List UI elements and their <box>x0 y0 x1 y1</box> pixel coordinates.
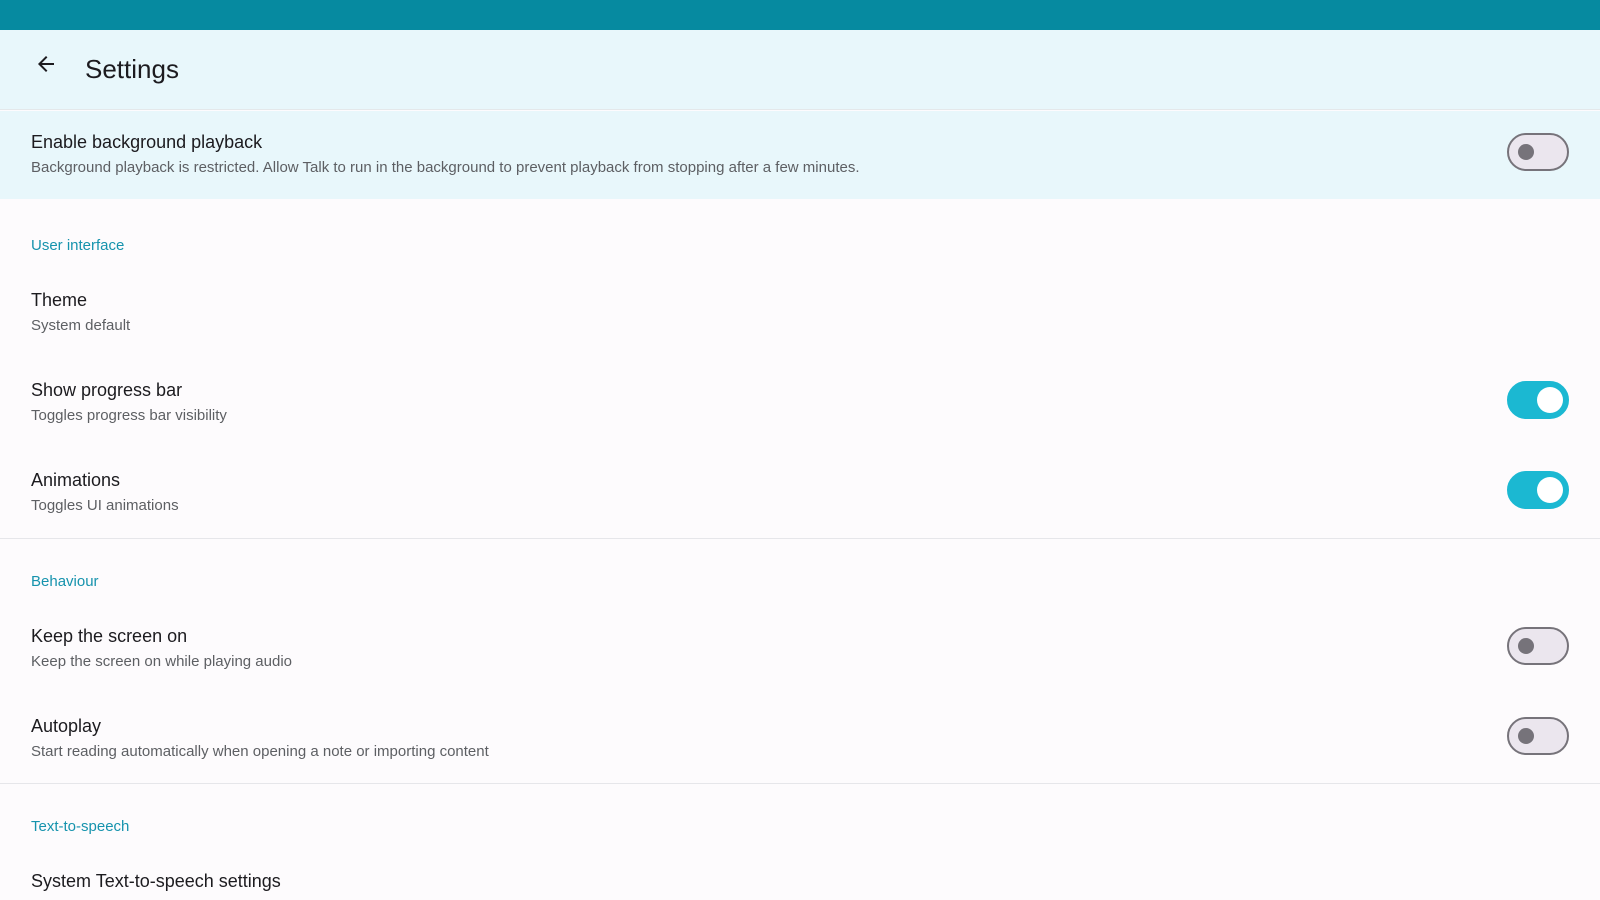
setting-system-tts[interactable]: System Text-to-speech settings <box>0 853 1600 900</box>
app-bar: Settings <box>0 30 1600 110</box>
section-divider <box>0 538 1600 539</box>
section-header-behaviour: Behaviour <box>31 573 99 590</box>
animations-toggle[interactable] <box>1507 471 1569 509</box>
show-progress-bar-toggle[interactable] <box>1507 381 1569 419</box>
page-title: Settings <box>85 54 179 84</box>
setting-keep-screen-on[interactable]: Keep the screen on Keep the screen on wh… <box>0 608 1600 692</box>
section-divider <box>0 783 1600 784</box>
setting-title: System Text-to-speech settings <box>31 871 281 891</box>
back-button[interactable] <box>26 46 66 86</box>
status-bar <box>0 0 1600 30</box>
setting-subtitle: Background playback is restricted. Allow… <box>31 159 860 176</box>
autoplay-toggle[interactable] <box>1507 717 1569 755</box>
section-header-user-interface: User interface <box>31 237 125 254</box>
toggle-knob <box>1518 638 1534 654</box>
keep-screen-on-toggle[interactable] <box>1507 627 1569 665</box>
setting-subtitle: Toggles UI animations <box>31 497 179 514</box>
setting-autoplay[interactable]: Autoplay Start reading automatically whe… <box>0 698 1600 782</box>
setting-subtitle: Keep the screen on while playing audio <box>31 653 293 670</box>
setting-title: Keep the screen on <box>31 626 188 646</box>
setting-subtitle: Start reading automatically when opening… <box>31 743 489 760</box>
background-playback-toggle[interactable] <box>1507 133 1569 171</box>
arrow-back-icon <box>34 52 58 81</box>
setting-title: Theme <box>31 290 88 310</box>
setting-subtitle: System default <box>31 317 131 334</box>
setting-title: Autoplay <box>31 716 102 736</box>
toggle-knob <box>1518 144 1534 160</box>
toggle-knob <box>1518 728 1534 744</box>
setting-subtitle: Toggles progress bar visibility <box>31 407 227 424</box>
setting-title: Enable background playback <box>31 132 263 152</box>
toggle-knob <box>1537 387 1563 413</box>
toggle-knob <box>1537 477 1563 503</box>
setting-animations[interactable]: Animations Toggles UI animations <box>0 452 1600 536</box>
setting-show-progress-bar[interactable]: Show progress bar Toggles progress bar v… <box>0 362 1600 446</box>
section-header-text-to-speech: Text-to-speech <box>31 818 130 835</box>
setting-title: Show progress bar <box>31 380 183 400</box>
setting-background-playback[interactable]: Enable background playback Background pl… <box>0 111 1600 199</box>
setting-theme[interactable]: Theme System default <box>0 272 1600 356</box>
setting-title: Animations <box>31 470 121 490</box>
